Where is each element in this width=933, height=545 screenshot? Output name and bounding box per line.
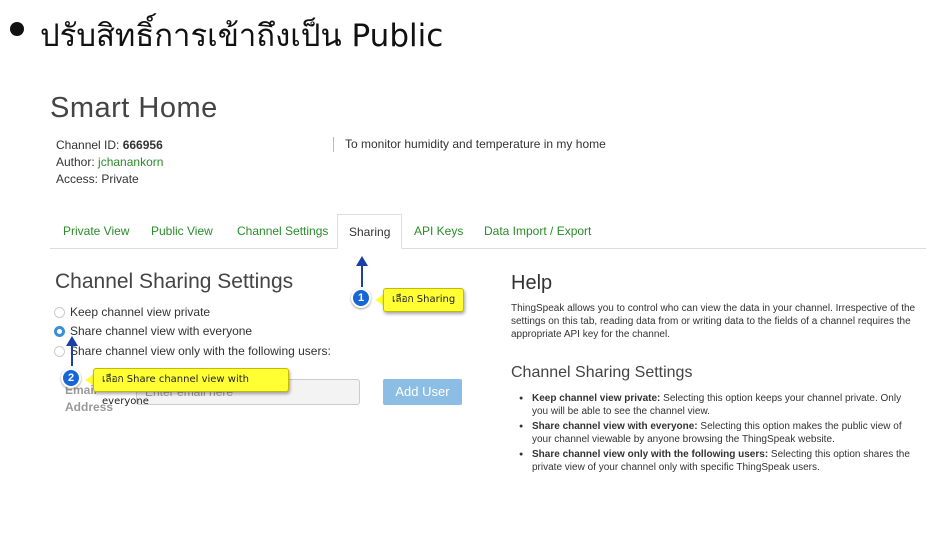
help-item-private: Keep channel view private: Selecting thi…	[519, 393, 912, 418]
channel-id-value: 666956	[122, 138, 163, 152]
help-subtitle: Channel Sharing Settings	[511, 364, 693, 381]
option-keep-private-label: Keep channel view private	[70, 305, 211, 319]
channel-id-label: Channel ID:	[56, 138, 123, 152]
sharing-section-title: Channel Sharing Settings	[55, 270, 294, 293]
tab-sharing[interactable]: Sharing	[337, 214, 403, 249]
tab-public-view[interactable]: Public View	[151, 214, 213, 249]
meta-divider	[333, 137, 334, 152]
annotation-2-arrow-line	[71, 345, 73, 366]
annotation-1-arrow-line	[361, 265, 363, 287]
help-item-everyone: Share channel view with everyone: Select…	[519, 421, 912, 446]
annotation-2-callout: เลือก Share channel view with everyone	[93, 368, 289, 407]
tab-channel-settings[interactable]: Channel Settings	[237, 214, 328, 249]
help-title: Help	[511, 272, 553, 294]
tab-bar: Private View Public View Channel Setting…	[50, 214, 926, 249]
bullet-icon	[10, 22, 24, 36]
help-paragraph: ThingSpeak allows you to control who can…	[511, 303, 916, 340]
author-link[interactable]: jchanankorn	[98, 155, 163, 169]
channel-meta: Channel ID: 666956 Author: jchanankorn A…	[56, 137, 163, 188]
access-value: Private	[101, 172, 139, 186]
annotation-1-callout: เลือก Sharing	[383, 288, 465, 312]
help-item-users-title: Share channel view only with the followi…	[532, 449, 769, 460]
tab-api-keys[interactable]: API Keys	[414, 214, 463, 249]
option-share-users[interactable]: Share channel view only with the followi…	[54, 344, 331, 358]
help-item-everyone-title: Share channel view with everyone:	[532, 421, 698, 432]
help-list: Keep channel view private: Selecting thi…	[519, 393, 912, 477]
channel-name: Smart Home	[50, 92, 218, 124]
option-share-everyone-label: Share channel view with everyone	[70, 324, 253, 338]
step-2-marker: 2	[61, 368, 81, 388]
radio-share-everyone[interactable]	[54, 325, 65, 337]
access-label: Access:	[56, 172, 102, 186]
radio-share-users[interactable]	[54, 345, 65, 357]
tab-data-import-export[interactable]: Data Import / Export	[484, 214, 591, 249]
step-1-marker: 1	[351, 288, 371, 308]
slide-title: ปรับสิทธิ์การเข้าถึงเป็น Public	[40, 18, 444, 54]
access-row: Access: Private	[56, 171, 163, 188]
add-user-button[interactable]: Add User	[383, 379, 462, 405]
option-share-users-label: Share channel view only with the followi…	[70, 344, 331, 358]
help-item-users: Share channel view only with the followi…	[519, 449, 912, 474]
option-keep-private[interactable]: Keep channel view private	[54, 305, 210, 319]
radio-keep-private[interactable]	[54, 306, 65, 318]
tab-private-view[interactable]: Private View	[63, 214, 129, 249]
channel-id-row: Channel ID: 666956	[56, 137, 163, 154]
channel-description: To monitor humidity and temperature in m…	[345, 137, 606, 151]
author-row: Author: jchanankorn	[56, 154, 163, 171]
help-item-private-title: Keep channel view private:	[532, 393, 661, 404]
option-share-everyone[interactable]: Share channel view with everyone	[54, 324, 252, 338]
author-label: Author:	[56, 155, 99, 169]
